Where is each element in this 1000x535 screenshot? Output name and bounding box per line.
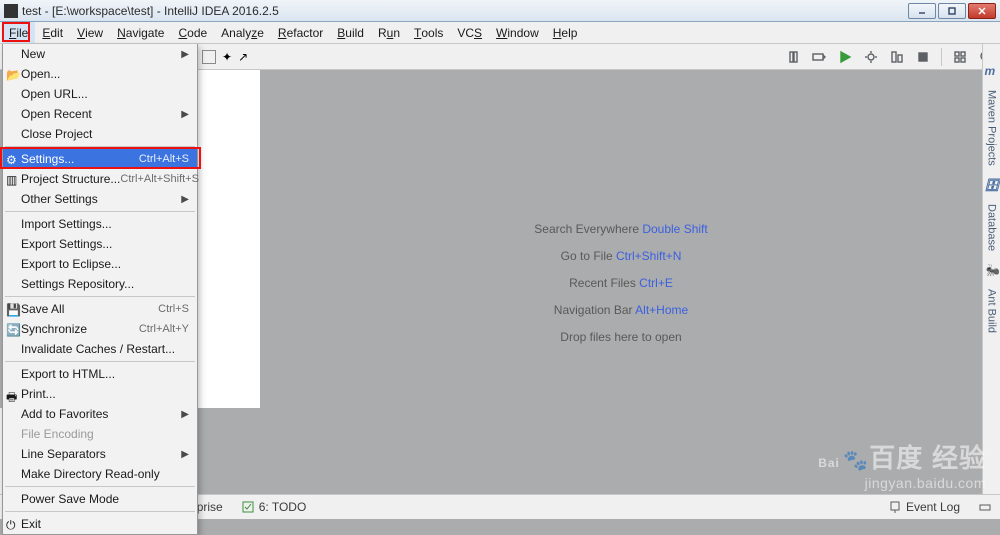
welcome-hint: Navigation Bar Alt+Home <box>554 302 688 317</box>
menu-tools[interactable]: Tools <box>407 22 450 43</box>
submenu-arrow-icon: ▶ <box>181 409 189 420</box>
menu-item-exit[interactable]: ⏻Exit <box>3 514 197 534</box>
file-menu-dropdown: New▶📂Open...Open URL...Open Recent▶Close… <box>2 44 198 535</box>
menu-item-power-save[interactable]: Power Save Mode <box>3 489 197 509</box>
menubar: FileEditViewNavigateCodeAnalyzeRefactorB… <box>0 22 1000 44</box>
submenu-arrow-icon: ▶ <box>181 449 189 460</box>
close-button[interactable] <box>968 3 996 19</box>
compile-button[interactable] <box>785 49 801 65</box>
exit-icon: ⏻ <box>6 518 18 530</box>
submenu-arrow-icon: ▶ <box>181 49 189 60</box>
menu-separator <box>5 486 195 487</box>
right-tool-tab-maven-projects[interactable]: Maven Projects <box>985 86 999 170</box>
menu-refactor[interactable]: Refactor <box>271 22 330 43</box>
menu-item-file-encoding: File Encoding <box>3 424 197 444</box>
menu-view[interactable]: View <box>70 22 110 43</box>
menu-item-line-sep[interactable]: Line Separators▶ <box>3 444 197 464</box>
window-title: test - [E:\workspace\test] - IntelliJ ID… <box>22 4 908 18</box>
menu-item-export-eclipse[interactable]: Export to Eclipse... <box>3 254 197 274</box>
submenu-arrow-icon: ▶ <box>181 194 189 205</box>
menu-item-export-html[interactable]: Export to HTML... <box>3 364 197 384</box>
menu-code[interactable]: Code <box>171 22 214 43</box>
menu-item-new[interactable]: New▶ <box>3 44 197 64</box>
todo-tool-button[interactable]: 6: TODO <box>241 500 307 514</box>
menu-separator <box>5 511 195 512</box>
right-tool-tab-database[interactable]: Database <box>985 200 999 255</box>
maximize-button[interactable] <box>938 3 966 19</box>
menu-item-settings-repo[interactable]: Settings Repository... <box>3 274 197 294</box>
gear-icon: ⚙ <box>6 153 18 165</box>
navigation-toolbar: ✦ ↗ <box>198 44 252 70</box>
welcome-hint: Go to File Ctrl+Shift+N <box>561 248 682 263</box>
chevron-right-icon: ✦ <box>222 50 232 64</box>
welcome-hints: Search Everywhere Double Shift Go to File… <box>260 70 982 494</box>
welcome-hint: Search Everywhere Double Shift <box>534 221 707 236</box>
run-config-dropdown[interactable] <box>811 49 827 65</box>
welcome-hint: Recent Files Ctrl+E <box>569 275 673 290</box>
menu-item-settings[interactable]: ⚙Settings...Ctrl+Alt+S <box>3 149 197 169</box>
menu-build[interactable]: Build <box>330 22 371 43</box>
menu-item-export-settings[interactable]: Export Settings... <box>3 234 197 254</box>
run-button[interactable] <box>837 49 853 65</box>
minimize-button[interactable] <box>908 3 936 19</box>
menu-item-print[interactable]: 🖶Print... <box>3 384 197 404</box>
print-icon: 🖶 <box>6 388 18 400</box>
menu-item-project-structure[interactable]: ▥Project Structure...Ctrl+Alt+Shift+S <box>3 169 197 189</box>
project-structure-button[interactable] <box>952 49 968 65</box>
tool-icon: 🗄 <box>985 178 999 192</box>
nav-square-icon[interactable] <box>202 50 216 64</box>
right-tool-tab-ant-build[interactable]: Ant Build <box>985 285 999 337</box>
menu-analyze[interactable]: Analyze <box>214 22 271 43</box>
menu-separator <box>5 361 195 362</box>
menu-item-readonly[interactable]: Make Directory Read-only <box>3 464 197 484</box>
menu-item-open[interactable]: 📂Open... <box>3 64 197 84</box>
welcome-hint: Drop files here to open <box>560 329 681 344</box>
event-log-button[interactable]: Event Log <box>888 500 960 514</box>
menu-edit[interactable]: Edit <box>35 22 70 43</box>
sync-icon: 🔄 <box>6 323 18 335</box>
menu-item-add-fav[interactable]: Add to Favorites▶ <box>3 404 197 424</box>
menu-file[interactable]: File <box>2 22 35 43</box>
memory-indicator[interactable] <box>978 500 992 514</box>
coverage-button[interactable] <box>889 49 905 65</box>
debug-button[interactable] <box>863 49 879 65</box>
right-tool-window-bar: m Maven Projects 🗄 Database 🐜 Ant Build <box>982 44 1000 494</box>
menu-separator <box>5 296 195 297</box>
menu-item-open-recent[interactable]: Open Recent▶ <box>3 104 197 124</box>
menu-run[interactable]: Run <box>371 22 407 43</box>
menu-window[interactable]: Window <box>489 22 546 43</box>
menu-item-invalidate[interactable]: Invalidate Caches / Restart... <box>3 339 197 359</box>
menu-item-synchronize[interactable]: 🔄SynchronizeCtrl+Alt+Y <box>3 319 197 339</box>
stop-button[interactable] <box>915 49 931 65</box>
menu-item-save-all[interactable]: 💾Save AllCtrl+S <box>3 299 197 319</box>
chevron-right-icon: ↗ <box>238 50 248 64</box>
window-titlebar: test - [E:\workspace\test] - IntelliJ ID… <box>0 0 1000 22</box>
submenu-arrow-icon: ▶ <box>181 109 189 120</box>
menu-navigate[interactable]: Navigate <box>110 22 171 43</box>
intellij-icon <box>4 4 18 18</box>
structure-icon: ▥ <box>6 173 18 185</box>
menu-help[interactable]: Help <box>546 22 585 43</box>
tool-icon: m <box>985 64 999 78</box>
menu-vcs[interactable]: VCS <box>450 22 489 43</box>
tool-icon: 🐜 <box>985 263 999 277</box>
menu-separator <box>5 211 195 212</box>
menu-item-open-url[interactable]: Open URL... <box>3 84 197 104</box>
menu-item-other-settings[interactable]: Other Settings▶ <box>3 189 197 209</box>
folder-icon: 📂 <box>6 68 18 80</box>
menu-item-close-project[interactable]: Close Project <box>3 124 197 144</box>
disk-icon: 💾 <box>6 303 18 315</box>
menu-separator <box>5 146 195 147</box>
menu-item-import-settings[interactable]: Import Settings... <box>3 214 197 234</box>
